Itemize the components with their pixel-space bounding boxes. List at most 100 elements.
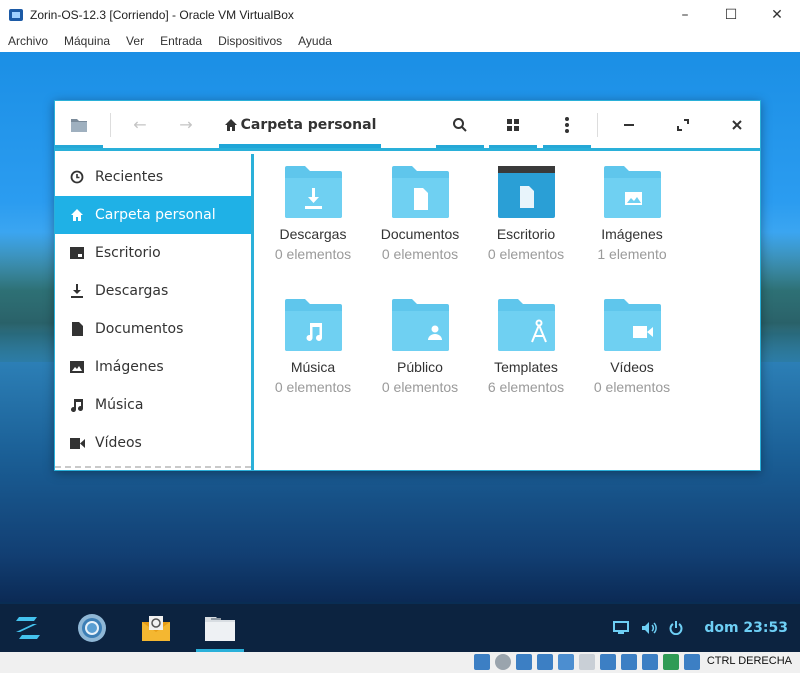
menu-entrada[interactable]: Entrada bbox=[160, 34, 202, 48]
menu-ayuda[interactable]: Ayuda bbox=[298, 34, 332, 48]
sidebar-item-label: Escritorio bbox=[95, 245, 161, 261]
folder-item-documentos[interactable]: Documentos 0 elementos bbox=[370, 166, 470, 265]
power-icon[interactable] bbox=[669, 621, 683, 635]
sidebar-item-escritorio[interactable]: Escritorio bbox=[55, 234, 251, 272]
image-icon bbox=[69, 359, 85, 375]
taskbar: dom 23:53 bbox=[0, 604, 800, 652]
usb-icon[interactable] bbox=[558, 654, 574, 670]
sidebar-item-label: Carpeta personal bbox=[95, 207, 216, 223]
sidebar-item-imagenes[interactable]: Imágenes bbox=[55, 348, 251, 386]
folder-item-musica[interactable]: Música 0 elementos bbox=[263, 299, 363, 398]
back-button[interactable]: ← bbox=[125, 101, 155, 148]
arrow-left-icon: ← bbox=[133, 115, 147, 134]
folder-item-descargas[interactable]: Descargas 0 elementos bbox=[263, 166, 363, 265]
close-button[interactable]: ✕ bbox=[754, 0, 800, 30]
menu-ver[interactable]: Ver bbox=[126, 34, 144, 48]
chromium-button[interactable] bbox=[68, 604, 116, 652]
folder-count: 0 elementos bbox=[593, 379, 671, 395]
host-statusbar: CTRL DERECHA bbox=[0, 652, 800, 673]
document-icon bbox=[69, 321, 85, 337]
sidebar-item-label: Música bbox=[95, 397, 144, 413]
system-tray bbox=[613, 604, 683, 652]
files-icon bbox=[205, 617, 235, 641]
window-close-button[interactable] bbox=[719, 101, 755, 148]
folder-name: Documentos bbox=[380, 226, 460, 242]
folder-item-templates[interactable]: Templates 6 elementos bbox=[476, 299, 576, 398]
sidebar-item-carpeta-personal[interactable]: Carpeta personal bbox=[55, 196, 251, 234]
menu-archivo[interactable]: Archivo bbox=[8, 34, 48, 48]
network-icon[interactable] bbox=[537, 654, 553, 670]
folder-name: Descargas bbox=[279, 226, 347, 242]
window-maximize-button[interactable] bbox=[665, 101, 701, 148]
volume-icon[interactable] bbox=[641, 621, 657, 635]
zorin-menu-button[interactable] bbox=[4, 604, 52, 652]
path-bar-home[interactable]: Carpeta personal bbox=[219, 101, 381, 148]
menu-button[interactable] bbox=[543, 101, 591, 148]
path-label: Carpeta personal bbox=[240, 116, 377, 133]
header-separator bbox=[597, 113, 598, 137]
optical-drive-icon[interactable] bbox=[495, 654, 511, 670]
folder-count: 0 elementos bbox=[274, 246, 352, 262]
sidebar-item-label: Recientes bbox=[95, 169, 164, 185]
folder-item-escritorio[interactable]: Escritorio 0 elementos bbox=[476, 166, 576, 265]
folder-name: Imágenes bbox=[601, 226, 663, 242]
arrow-right-icon: → bbox=[179, 115, 193, 134]
forward-button[interactable]: → bbox=[171, 101, 201, 148]
minimize-icon bbox=[624, 123, 634, 126]
sidebar-divider bbox=[55, 466, 251, 468]
audio-icon[interactable] bbox=[516, 654, 532, 670]
folder-video-icon bbox=[603, 299, 661, 351]
folder-image-icon bbox=[603, 166, 661, 218]
folder-item-imagenes[interactable]: Imágenes 1 elemento bbox=[582, 166, 682, 265]
cpu-icon[interactable] bbox=[642, 654, 658, 670]
folder-public-icon bbox=[391, 299, 449, 351]
sidebar-item-videos[interactable]: Vídeos bbox=[55, 424, 251, 462]
folder-document-icon bbox=[391, 166, 449, 218]
folder-count: 0 elementos bbox=[274, 379, 352, 395]
places-sidebar: Recientes Carpeta personal Escritorio De… bbox=[55, 154, 254, 470]
file-manager-window: ← → Carpeta personal Recientes Carpeta p… bbox=[54, 100, 761, 471]
header-separator bbox=[110, 113, 111, 137]
virtualbox-icon bbox=[9, 9, 23, 21]
folder-name: Templates bbox=[494, 359, 558, 375]
display-settings-icon[interactable] bbox=[600, 654, 616, 670]
hard-disk-icon[interactable] bbox=[474, 654, 490, 670]
search-button[interactable] bbox=[436, 101, 484, 148]
folder-item-publico[interactable]: Público 0 elementos bbox=[370, 299, 470, 398]
folder-count: 6 elementos bbox=[487, 379, 565, 395]
sidebar-item-documentos[interactable]: Documentos bbox=[55, 310, 251, 348]
window-minimize-button[interactable] bbox=[611, 101, 647, 148]
folder-name: Música bbox=[290, 359, 336, 375]
display-icon[interactable] bbox=[613, 621, 629, 635]
video-icon bbox=[69, 435, 85, 451]
maximize-button[interactable]: ☐ bbox=[708, 0, 754, 30]
shared-folders-icon[interactable] bbox=[579, 654, 595, 670]
sidebar-item-musica[interactable]: Música bbox=[55, 386, 251, 424]
clock-icon bbox=[69, 169, 85, 185]
sidebar-item-label: Documentos bbox=[95, 321, 184, 337]
minimize-button[interactable]: – bbox=[662, 0, 708, 30]
download-icon bbox=[69, 283, 85, 299]
keyboard-capture-icon[interactable] bbox=[684, 654, 700, 670]
file-view: Descargas 0 elementos Documentos 0 eleme… bbox=[257, 154, 760, 470]
folder-count: 0 elementos bbox=[381, 379, 459, 395]
recording-icon[interactable] bbox=[621, 654, 637, 670]
host-titlebar: Zorin-OS-12.3 [Corriendo] - Oracle VM Vi… bbox=[0, 0, 800, 30]
menu-maquina[interactable]: Máquina bbox=[64, 34, 110, 48]
view-toggle-button[interactable] bbox=[489, 101, 537, 148]
file-manager-headerbar: ← → Carpeta personal bbox=[55, 101, 760, 151]
files-button[interactable] bbox=[196, 604, 244, 652]
search-icon bbox=[453, 117, 467, 132]
folder-item-videos[interactable]: Vídeos 0 elementos bbox=[582, 299, 682, 398]
close-icon bbox=[732, 119, 742, 130]
mouse-integration-icon[interactable] bbox=[663, 654, 679, 670]
mail-button[interactable] bbox=[132, 604, 180, 652]
folder-count: 0 elementos bbox=[381, 246, 459, 262]
clock[interactable]: dom 23:53 bbox=[704, 604, 788, 652]
folder-count: 0 elementos bbox=[487, 246, 565, 262]
host-key-label: CTRL DERECHA bbox=[706, 655, 792, 667]
sidebar-item-recientes[interactable]: Recientes bbox=[55, 158, 251, 196]
sidebar-item-descargas[interactable]: Descargas bbox=[55, 272, 251, 310]
menu-dispositivos[interactable]: Dispositivos bbox=[218, 34, 282, 48]
sidebar-toggle-button[interactable] bbox=[55, 101, 103, 148]
